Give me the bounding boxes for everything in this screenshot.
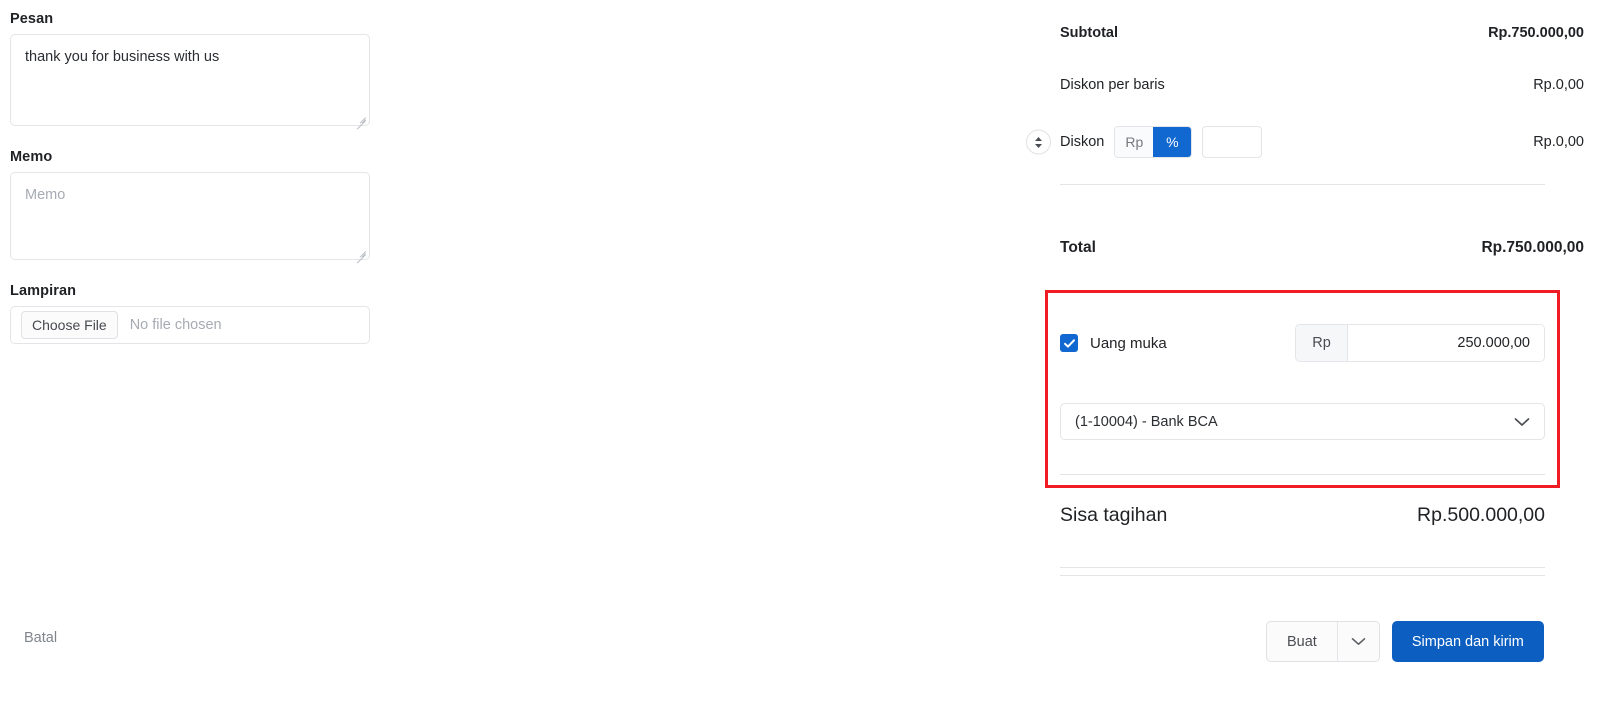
resize-handle-icon[interactable] [354,244,366,264]
deposit-account-value: (1-10004) - Bank BCA [1075,413,1218,430]
summary-panel: Subtotal Rp.750.000,00 Diskon per baris … [1026,0,1600,263]
lampiran-file-input[interactable]: Choose File No file chosen [10,306,370,344]
discount-value: Rp.0,00 [1533,134,1584,150]
uang-muka-label: Uang muka [1090,334,1167,352]
down-payment-amount-group[interactable]: Rp 250.000,00 [1295,324,1545,362]
down-payment-highlight-box [1045,290,1560,488]
pesan-textarea[interactable]: thank you for business with us [10,34,370,130]
discount-row: Diskon Rp % Rp.0,00 [1026,122,1600,162]
left-form-column: Pesan thank you for business with us Mem… [10,10,390,344]
pesan-textarea-value: thank you for business with us [25,49,220,65]
create-dropdown-toggle[interactable] [1336,622,1379,661]
remaining-balance-value: Rp.500.000,00 [1417,504,1545,526]
discount-label: Diskon [1060,134,1105,150]
line-discount-row: Diskon per baris Rp.0,00 [1040,70,1600,100]
save-and-send-button[interactable]: Simpan dan kirim [1391,621,1544,662]
discount-amount-input[interactable] [1202,126,1263,158]
divider [1060,474,1545,475]
discount-unit-percent[interactable]: % [1153,127,1192,157]
divider-double [1060,567,1545,576]
discount-unit-toggle[interactable]: Rp % [1114,126,1193,158]
lampiran-label: Lampiran [10,283,77,299]
choose-file-button[interactable]: Choose File [21,311,118,339]
total-row: Total Rp.750.000,00 [1040,233,1600,263]
footer-actions: Buat Simpan dan kirim [1266,621,1544,662]
create-button[interactable]: Buat [1267,622,1337,661]
memo-label: Memo [10,149,53,165]
down-payment-row: Uang muka Rp 250.000,00 [1060,324,1545,362]
memo-textarea-placeholder: Memo [25,187,66,203]
resize-handle-icon[interactable] [354,110,366,130]
remaining-balance-label: Sisa tagihan [1060,504,1168,526]
subtotal-row: Subtotal Rp.750.000,00 [1040,18,1600,48]
file-status-text: No file chosen [129,317,222,333]
uang-muka-checkbox[interactable] [1060,334,1078,352]
memo-textarea[interactable]: Memo [10,172,370,264]
invoice-form-page: Pesan thank you for business with us Mem… [0,0,1608,716]
subtotal-value: Rp.750.000,00 [1488,25,1584,41]
total-label: Total [1060,239,1096,256]
line-discount-value: Rp.0,00 [1533,77,1584,93]
cancel-link[interactable]: Batal [24,630,57,646]
discount-unit-rp[interactable]: Rp [1115,127,1154,157]
remaining-balance-row: Sisa tagihan Rp.500.000,00 [1060,504,1545,527]
chevron-down-icon [1514,417,1530,427]
line-discount-label: Diskon per baris [1060,77,1165,93]
create-split-button[interactable]: Buat [1266,621,1380,662]
pesan-label: Pesan [10,11,54,27]
currency-prefix: Rp [1296,325,1348,361]
down-payment-amount-input[interactable]: 250.000,00 [1348,325,1544,361]
stepper-icon[interactable] [1026,129,1051,155]
deposit-account-select[interactable]: (1-10004) - Bank BCA [1060,403,1545,440]
total-value: Rp.750.000,00 [1481,239,1584,256]
subtotal-label: Subtotal [1060,25,1118,41]
